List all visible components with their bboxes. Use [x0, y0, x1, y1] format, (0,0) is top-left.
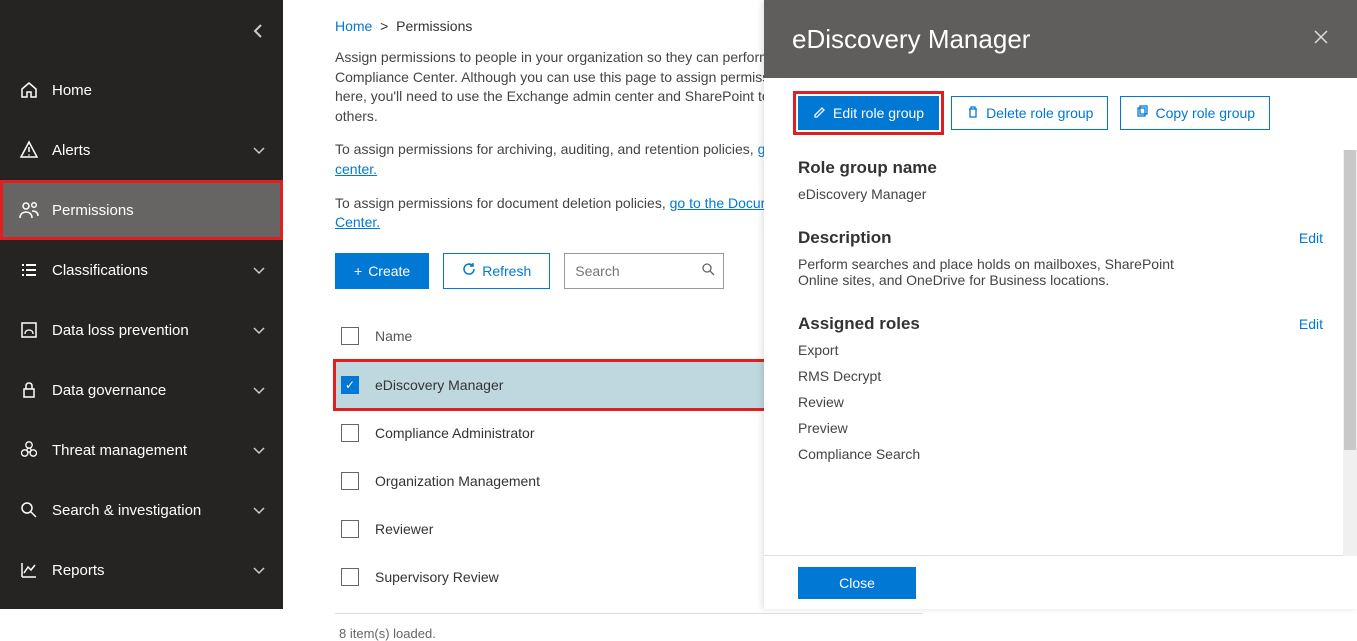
search-icon[interactable] [701, 262, 715, 279]
panel-footer: Close [764, 555, 1357, 609]
details-panel: eDiscovery Manager Edit role group Delet… [764, 0, 1357, 609]
edit-roles-link[interactable]: Edit [1299, 316, 1323, 332]
plus-icon: + [354, 263, 362, 279]
chevron-down-icon [253, 142, 265, 158]
role-item: Export [798, 342, 1323, 358]
home-icon [18, 79, 40, 101]
breadcrumb-home[interactable]: Home [335, 18, 372, 34]
description-value: Perform searches and place holds on mail… [798, 256, 1218, 288]
sidebar-item-dlp[interactable]: Data loss prevention [0, 300, 283, 360]
sidebar-item-label: Classifications [52, 262, 253, 279]
breadcrumb-sep: > [376, 18, 392, 34]
sidebar-item-label: Data loss prevention [52, 322, 253, 339]
panel-title: eDiscovery Manager [792, 24, 1030, 55]
sidebar-item-label: Reports [52, 562, 253, 579]
close-icon[interactable] [1313, 29, 1329, 50]
sidebar-item-classifications[interactable]: Classifications [0, 240, 283, 300]
sidebar-item-reports[interactable]: Reports [0, 540, 283, 600]
refresh-icon [462, 262, 476, 279]
role-item: Compliance Search [798, 446, 1323, 462]
sidebar-item-label: Threat management [52, 442, 253, 459]
sidebar-item-home[interactable]: Home [0, 60, 283, 120]
sidebar-item-permissions[interactable]: Permissions [0, 180, 283, 240]
role-group-name-value: eDiscovery Manager [798, 186, 1323, 202]
row-checkbox[interactable] [341, 424, 359, 442]
role-item: Review [798, 394, 1323, 410]
collapse-sidebar-icon[interactable] [253, 24, 263, 43]
chevron-down-icon [253, 262, 265, 278]
sidebar-item-label: Home [52, 82, 265, 99]
people-icon [18, 199, 40, 221]
sidebar-item-governance[interactable]: Data governance [0, 360, 283, 420]
select-all-checkbox[interactable] [341, 327, 359, 345]
sidebar-item-label: Search & investigation [52, 502, 253, 519]
close-button[interactable]: Close [798, 567, 916, 599]
sidebar-item-search[interactable]: Search & investigation [0, 480, 283, 540]
row-checkbox[interactable] [341, 472, 359, 490]
row-name: Supervisory Review [375, 569, 499, 585]
biohazard-icon [18, 439, 40, 461]
list-icon [18, 259, 40, 281]
alert-icon [18, 139, 40, 161]
edit-description-link[interactable]: Edit [1299, 230, 1323, 246]
sidebar-item-label: Permissions [52, 202, 265, 219]
assigned-roles-list: Export RMS Decrypt Review Preview Compli… [798, 342, 1323, 462]
lock-icon [18, 379, 40, 401]
edit-role-group-button[interactable]: Edit role group [798, 96, 939, 130]
row-name: Compliance Administrator [375, 425, 535, 441]
refresh-button[interactable]: Refresh [443, 253, 550, 289]
breadcrumb-current: Permissions [396, 18, 472, 34]
scrollbar-thumb[interactable] [1344, 150, 1356, 450]
panel-body: Edit role group Delete role group Copy r… [764, 78, 1357, 555]
row-name: Organization Management [375, 473, 540, 489]
chart-icon [18, 559, 40, 581]
row-name: eDiscovery Manager [375, 377, 503, 393]
chevron-down-icon [253, 562, 265, 578]
sidebar: Home Alerts Permissions Classifications … [0, 0, 283, 609]
row-checkbox[interactable] [341, 568, 359, 586]
chevron-down-icon [253, 442, 265, 458]
sidebar-item-label: Data governance [52, 382, 253, 399]
search-input[interactable] [575, 263, 713, 279]
row-name: Reviewer [375, 521, 433, 537]
chevron-down-icon [253, 382, 265, 398]
sidebar-item-label: Alerts [52, 142, 253, 159]
search-icon [18, 499, 40, 521]
delete-icon [966, 105, 980, 122]
role-item: RMS Decrypt [798, 368, 1323, 384]
sidebar-item-threat[interactable]: Threat management [0, 420, 283, 480]
list-footer: 8 item(s) loaded. [335, 614, 923, 641]
shield-icon [18, 319, 40, 341]
chevron-down-icon [253, 322, 265, 338]
role-group-name-label: Role group name [798, 158, 1323, 178]
role-item: Preview [798, 420, 1323, 436]
search-box[interactable] [564, 253, 724, 289]
panel-actions: Edit role group Delete role group Copy r… [798, 96, 1323, 130]
copy-role-group-button[interactable]: Copy role group [1120, 96, 1270, 130]
copy-icon [1135, 105, 1149, 122]
row-checkbox[interactable] [341, 520, 359, 538]
create-button[interactable]: +Create [335, 253, 429, 289]
panel-header: eDiscovery Manager [764, 0, 1357, 78]
chevron-down-icon [253, 502, 265, 518]
edit-icon [813, 105, 827, 122]
row-checkbox[interactable]: ✓ [341, 376, 359, 394]
assigned-roles-label: Assigned roles [798, 314, 920, 334]
description-label: Description [798, 228, 892, 248]
main-content: Home > Permissions Assign permissions to… [283, 0, 1357, 609]
sidebar-item-alerts[interactable]: Alerts [0, 120, 283, 180]
column-header-name[interactable]: Name [375, 328, 412, 344]
delete-role-group-button[interactable]: Delete role group [951, 96, 1108, 130]
